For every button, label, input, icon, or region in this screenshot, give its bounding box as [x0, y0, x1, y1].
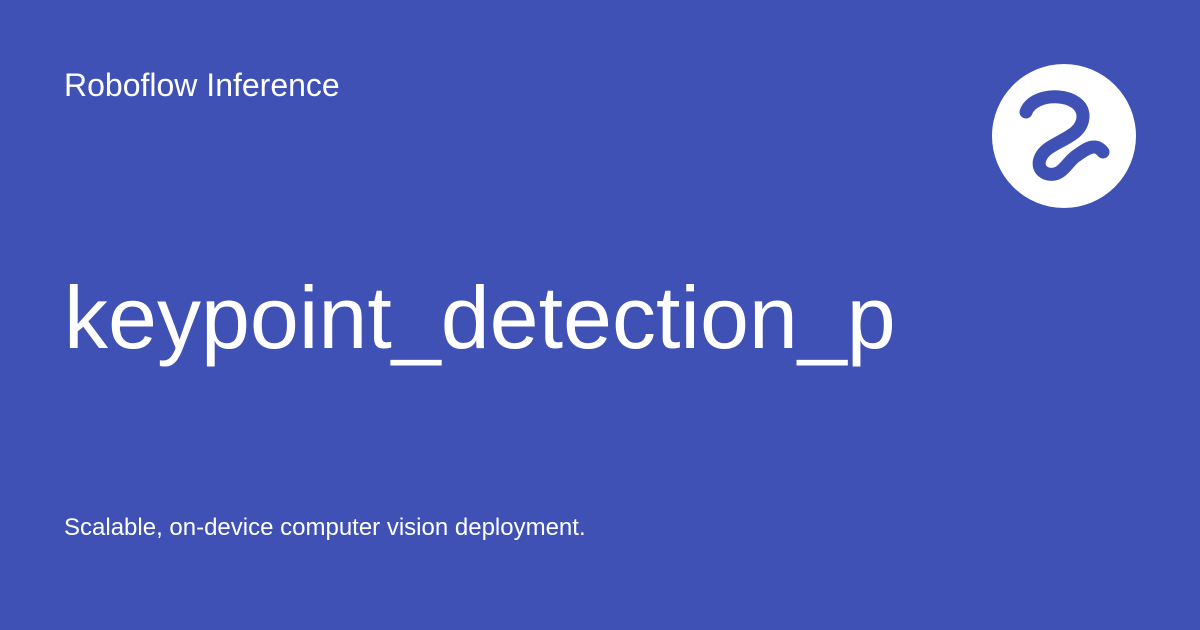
title-container: keypoint_detection_p — [64, 268, 894, 368]
roboflow-logo-icon — [992, 64, 1136, 208]
brand-name: Roboflow Inference — [64, 67, 340, 103]
tagline: Scalable, on-device computer vision depl… — [64, 514, 586, 541]
page-title: keypoint_detection_p — [64, 268, 894, 367]
social-card: Roboflow Inference keypoint_detection_p … — [0, 0, 1200, 630]
